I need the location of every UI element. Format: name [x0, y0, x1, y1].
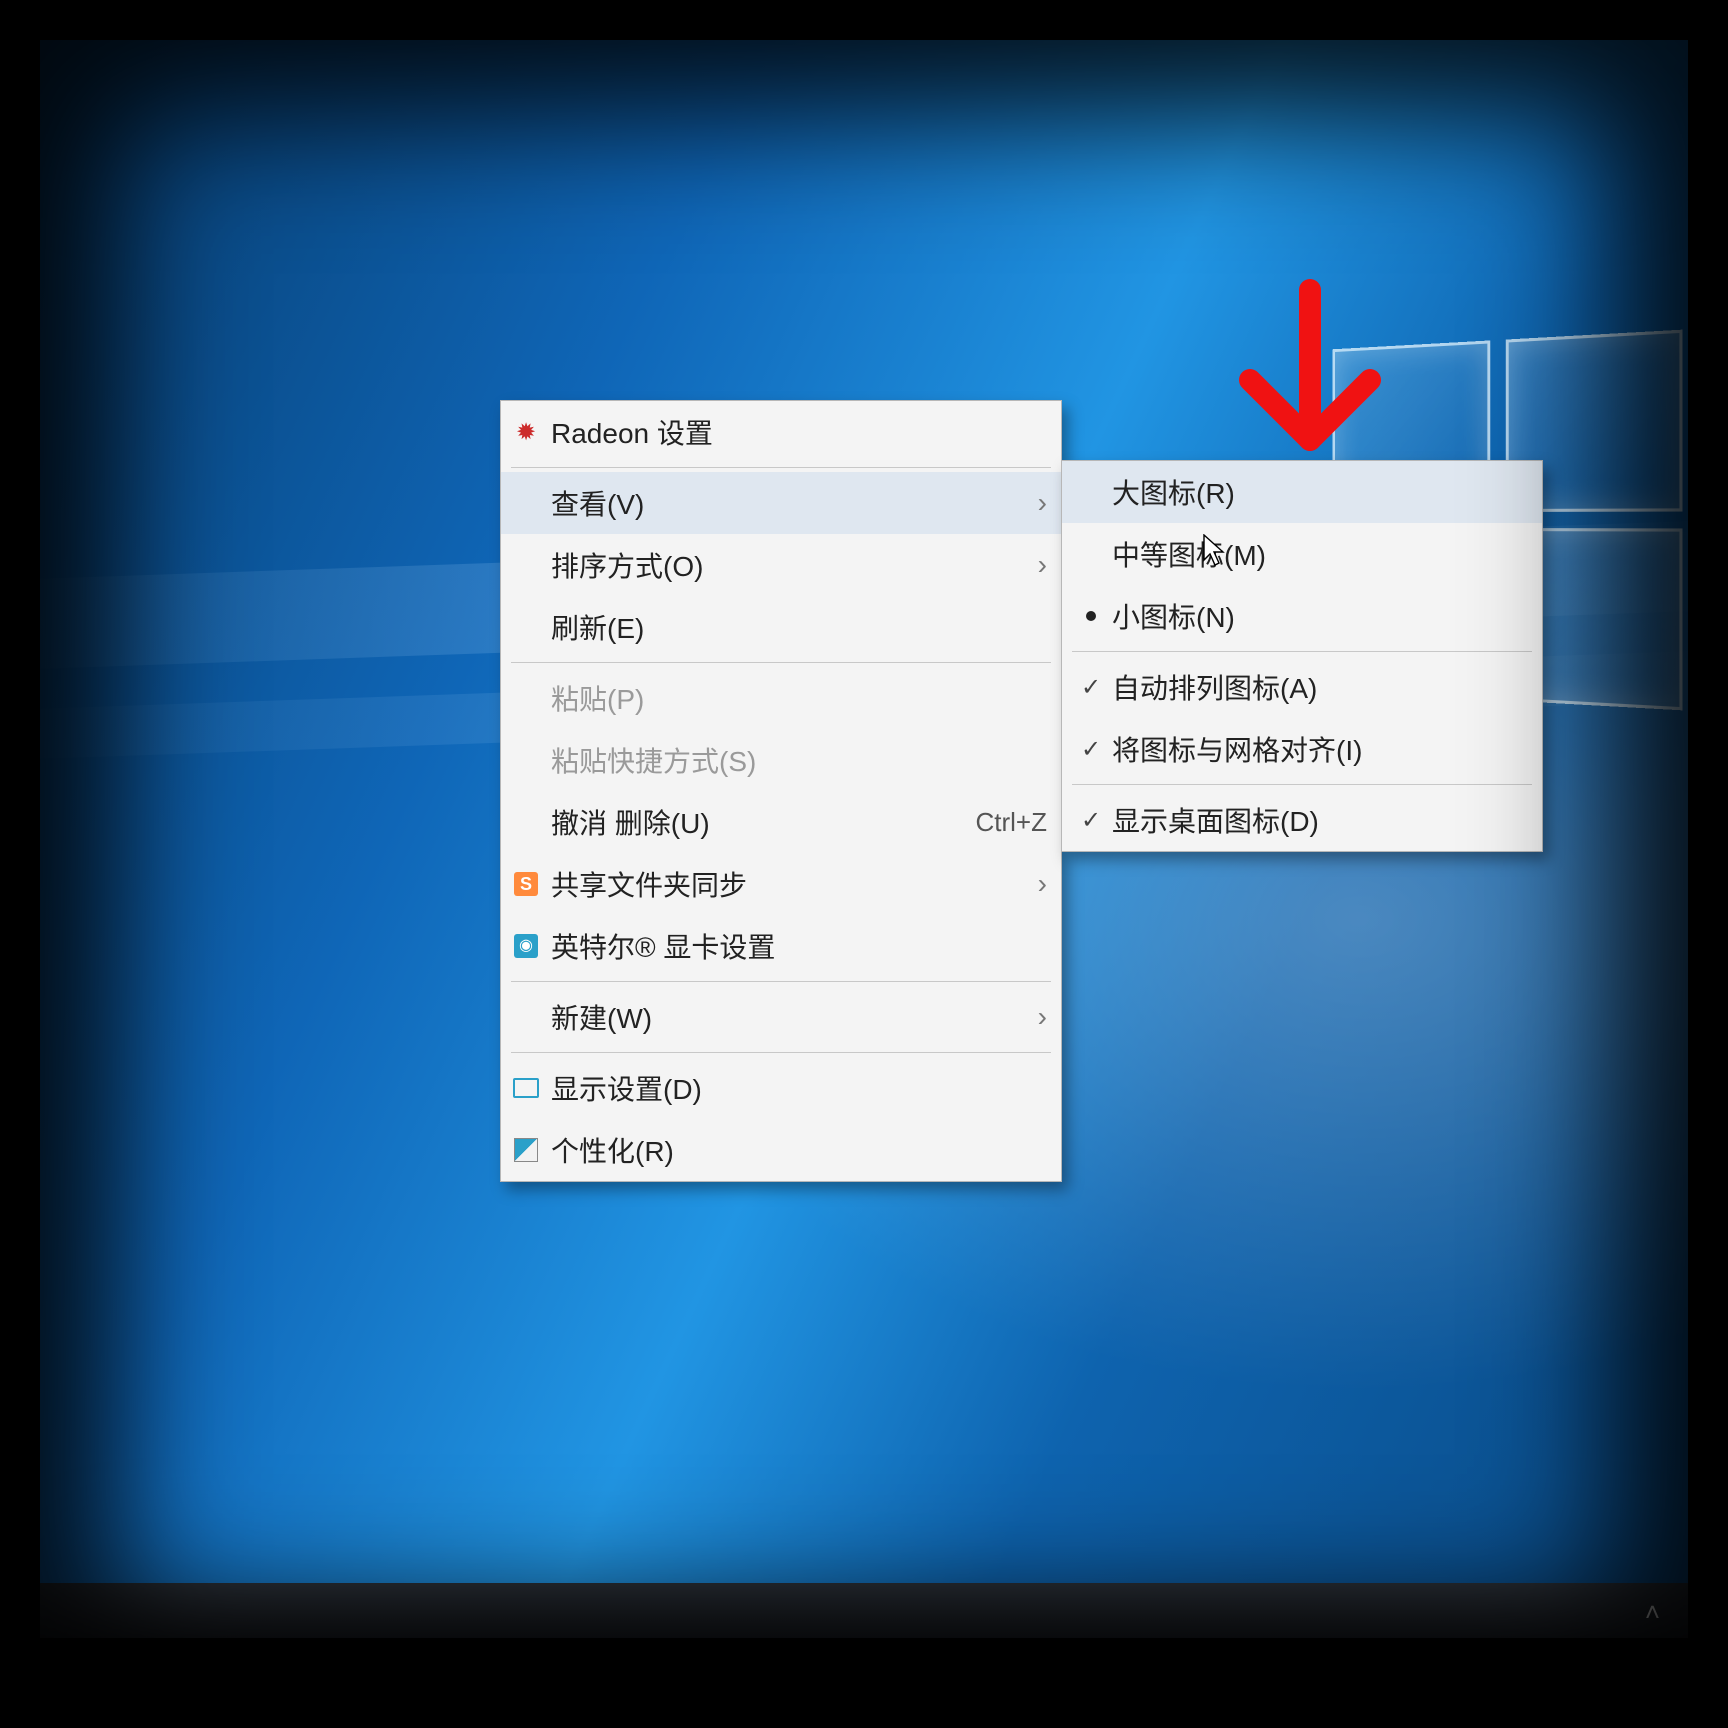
menu-item-label: 粘贴快捷方式(S)	[551, 740, 1047, 780]
menu-item-personalize[interactable]: 个性化(R)	[501, 1119, 1061, 1181]
menu-separator	[1072, 651, 1532, 652]
menu-item-label: 粘贴(P)	[551, 678, 1047, 718]
radeon-icon: ✹	[511, 417, 541, 447]
submenu-arrow-icon: ›	[1038, 487, 1047, 519]
submenu-arrow-icon: ›	[1038, 549, 1047, 581]
menu-item-label: 将图标与网格对齐(I)	[1112, 729, 1528, 769]
monitor-frame: ✹ Radeon 设置 查看(V) › 排序方式(O) › 刷新(E) 粘贴(P…	[0, 0, 1728, 1728]
submenu-item-medium-icons[interactable]: 中等图标(M)	[1062, 523, 1542, 585]
menu-item-label: 小图标(N)	[1112, 596, 1528, 636]
desktop-context-menu: ✹ Radeon 设置 查看(V) › 排序方式(O) › 刷新(E) 粘贴(P…	[500, 400, 1062, 1182]
menu-item-label: Radeon 设置	[551, 412, 1047, 452]
menu-item-intel-graphics[interactable]: ◉ 英特尔® 显卡设置	[501, 915, 1061, 977]
menu-item-new[interactable]: 新建(W) ›	[501, 986, 1061, 1048]
menu-item-share-folder-sync[interactable]: S 共享文件夹同步 ›	[501, 853, 1061, 915]
menu-item-paste: 粘贴(P)	[501, 667, 1061, 729]
menu-separator	[511, 981, 1051, 982]
menu-item-label: 自动排列图标(A)	[1112, 667, 1528, 707]
menu-item-label: 刷新(E)	[551, 607, 1047, 647]
annotation-arrow-icon	[1200, 270, 1420, 490]
share-icon: S	[511, 869, 541, 899]
check-icon	[1076, 672, 1106, 702]
menu-item-undo-delete[interactable]: 撤消 删除(U) Ctrl+Z	[501, 791, 1061, 853]
submenu-arrow-icon: ›	[1038, 1001, 1047, 1033]
tray-chevron-up-icon[interactable]: ˄	[1645, 1597, 1660, 1628]
menu-item-label: 排序方式(O)	[551, 545, 1038, 585]
display-icon	[511, 1073, 541, 1103]
menu-item-label: 英特尔® 显卡设置	[551, 926, 1047, 966]
check-icon	[1076, 805, 1106, 835]
submenu-item-align-to-grid[interactable]: 将图标与网格对齐(I)	[1062, 718, 1542, 780]
taskbar[interactable]: ˄	[40, 1583, 1688, 1638]
menu-item-shortcut: Ctrl+Z	[976, 807, 1048, 838]
check-icon	[1076, 734, 1106, 764]
menu-separator	[1072, 784, 1532, 785]
menu-item-label: 查看(V)	[551, 483, 1038, 523]
menu-item-label: 共享文件夹同步	[551, 864, 1038, 904]
intel-icon: ◉	[511, 931, 541, 961]
menu-item-label: 中等图标(M)	[1112, 534, 1528, 574]
view-submenu: 大图标(R) 中等图标(M) 小图标(N) 自动排列图标(A) 将图标与网格对齐…	[1061, 460, 1543, 852]
menu-item-sort-by[interactable]: 排序方式(O) ›	[501, 534, 1061, 596]
menu-separator	[511, 662, 1051, 663]
screen: ✹ Radeon 设置 查看(V) › 排序方式(O) › 刷新(E) 粘贴(P…	[40, 40, 1688, 1638]
menu-item-label: 新建(W)	[551, 997, 1038, 1037]
menu-separator	[511, 1052, 1051, 1053]
menu-item-label: 显示桌面图标(D)	[1112, 800, 1528, 840]
menu-item-display-settings[interactable]: 显示设置(D)	[501, 1057, 1061, 1119]
menu-item-refresh[interactable]: 刷新(E)	[501, 596, 1061, 658]
submenu-item-small-icons[interactable]: 小图标(N)	[1062, 585, 1542, 647]
menu-item-label: 个性化(R)	[551, 1130, 1047, 1170]
menu-item-label: 撤消 删除(U)	[551, 802, 956, 842]
submenu-item-show-desktop-icons[interactable]: 显示桌面图标(D)	[1062, 789, 1542, 851]
submenu-item-auto-arrange[interactable]: 自动排列图标(A)	[1062, 656, 1542, 718]
menu-separator	[511, 467, 1051, 468]
radio-selected-icon	[1076, 601, 1106, 631]
personalize-icon	[511, 1135, 541, 1165]
menu-item-paste-shortcut: 粘贴快捷方式(S)	[501, 729, 1061, 791]
radio-icon	[1076, 477, 1106, 507]
submenu-arrow-icon: ›	[1038, 868, 1047, 900]
menu-item-radeon-settings[interactable]: ✹ Radeon 设置	[501, 401, 1061, 463]
menu-item-view[interactable]: 查看(V) ›	[501, 472, 1061, 534]
menu-item-label: 显示设置(D)	[551, 1068, 1047, 1108]
radio-icon	[1076, 539, 1106, 569]
